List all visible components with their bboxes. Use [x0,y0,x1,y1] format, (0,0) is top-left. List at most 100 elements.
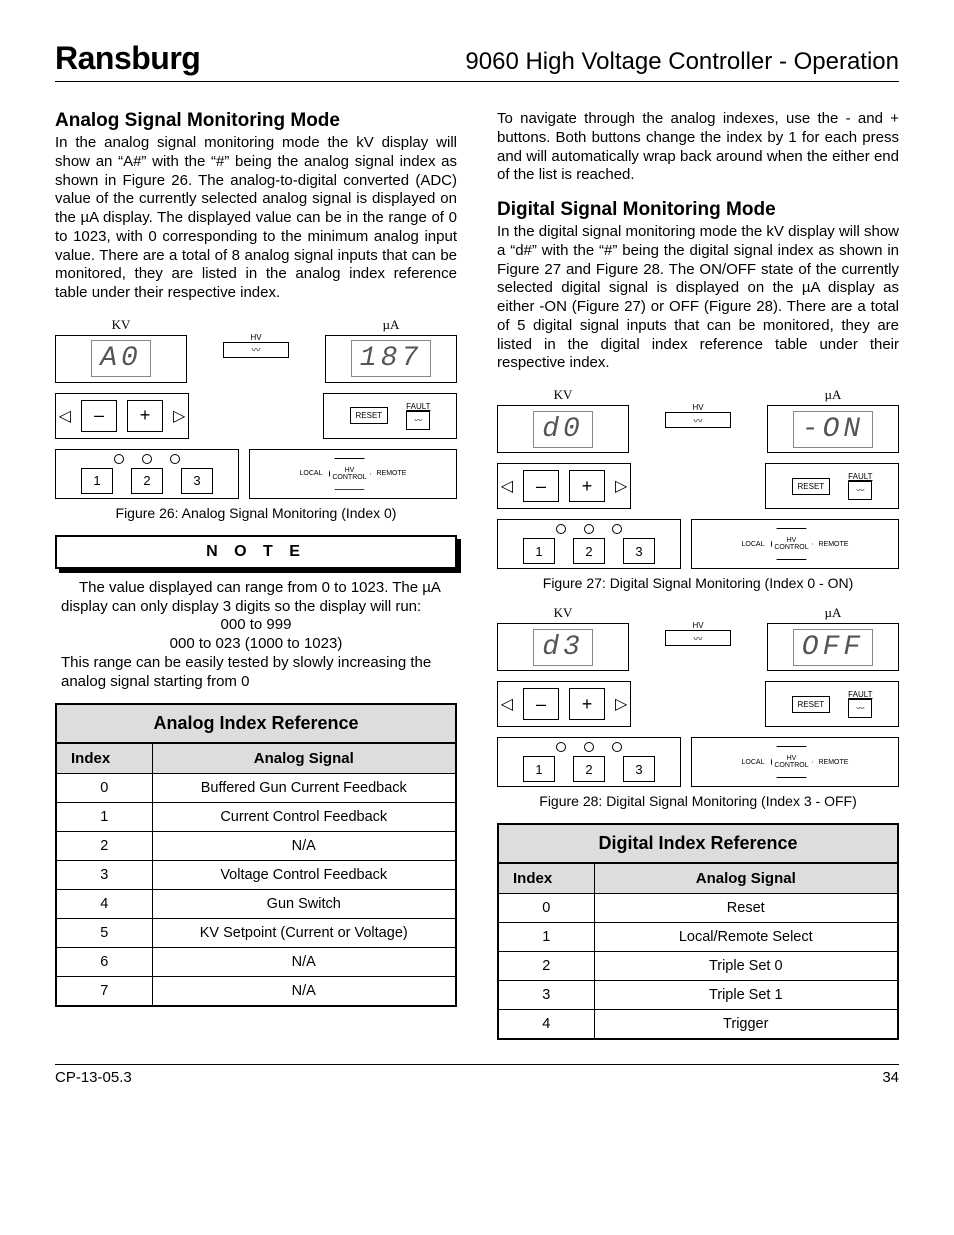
preset-3-button[interactable]: 3 [623,756,655,782]
plus-button[interactable]: + [569,470,605,502]
plus-button[interactable]: + [127,400,163,432]
cell-signal: N/A [152,948,456,977]
cell-index: 2 [56,832,152,861]
local-label: LOCAL [742,541,765,548]
cell-signal: Triple Set 1 [594,981,898,1010]
ua-label: µA [767,387,899,403]
digital-mode-heading: Digital Signal Monitoring Mode [497,199,899,221]
kv-display: d3 [533,629,593,666]
hv-indicator-icon: 〰 [665,412,731,428]
fault-label: FAULT [848,472,872,481]
ua-display: OFF [793,629,873,666]
note-box-title: N O T E [55,535,457,569]
figure-26-panel: KV A0 HV 〰 µA 187 ◁ – [55,317,457,499]
figure-28-caption: Figure 28: Digital Signal Monitoring (In… [497,793,899,809]
table-row: 4Trigger [498,1010,898,1040]
minus-button[interactable]: – [81,400,117,432]
preset-led-icon [556,524,566,534]
analog-col-index: Index [56,743,152,774]
hv-control-button[interactable]: HV CONTROL [771,746,813,778]
hv-control-button[interactable]: HV CONTROL [329,458,371,490]
cell-signal: Local/Remote Select [594,923,898,952]
navigation-paragraph: To navigate through the analog indexes, … [497,110,899,185]
figure-26-caption: Figure 26: Analog Signal Monitoring (Ind… [55,505,457,521]
cell-index: 1 [56,803,152,832]
kv-display: d0 [533,411,593,448]
brand-logo: Ransburg [55,40,200,77]
table-row: 3Voltage Control Feedback [56,861,456,890]
reset-button[interactable]: RESET [792,478,831,495]
analog-table-title: Analog Index Reference [55,703,457,742]
remote-label: REMOTE [377,470,407,477]
hv-indicator-icon: 〰 [223,342,289,358]
fault-label: FAULT [848,690,872,699]
preset-1-button[interactable]: 1 [523,538,555,564]
preset-3-button[interactable]: 3 [181,468,213,494]
cell-signal: Buffered Gun Current Feedback [152,774,456,803]
preset-led-icon [584,524,594,534]
page-header: Ransburg 9060 High Voltage Controller - … [55,40,899,82]
table-row: 4Gun Switch [56,890,456,919]
hv-indicator-label: HV [665,621,731,630]
table-row: 0Buffered Gun Current Feedback [56,774,456,803]
footer-doc-code: CP-13-05.3 [55,1069,132,1086]
preset-2-button[interactable]: 2 [573,538,605,564]
minus-button[interactable]: – [523,470,559,502]
table-row: 1Local/Remote Select [498,923,898,952]
footer-page-number: 34 [882,1069,899,1086]
preset-2-button[interactable]: 2 [131,468,163,494]
kv-label: KV [497,605,629,621]
table-row: 2Triple Set 0 [498,952,898,981]
local-label: LOCAL [300,470,323,477]
cell-index: 1 [498,923,594,952]
table-row: 2N/A [56,832,456,861]
analog-col-signal: Analog Signal [152,743,456,774]
preset-led-icon [612,524,622,534]
right-arrow-icon: ▷ [615,694,627,714]
cell-index: 4 [56,890,152,919]
cell-signal: N/A [152,832,456,861]
reset-button[interactable]: RESET [350,407,389,424]
remote-label: REMOTE [819,541,849,548]
minus-button[interactable]: – [523,688,559,720]
preset-1-button[interactable]: 1 [81,468,113,494]
preset-led-icon [612,742,622,752]
ua-label: µA [325,317,457,333]
left-column: Analog Signal Monitoring Mode In the ana… [55,110,457,1040]
cell-index: 2 [498,952,594,981]
cell-signal: Gun Switch [152,890,456,919]
preset-led-icon [584,742,594,752]
cell-index: 5 [56,919,152,948]
cell-signal: Triple Set 0 [594,952,898,981]
figure-27-caption: Figure 27: Digital Signal Monitoring (In… [497,575,899,591]
figure-28-panel: KV d3 HV 〰 µA OFF ◁ – [497,605,899,787]
arrow-controls: ◁ – + ▷ [55,393,189,439]
plus-button[interactable]: + [569,688,605,720]
note-text-2: This range can be easily tested by slowl… [61,654,451,692]
digital-mode-paragraph: In the digital signal monitoring mode th… [497,223,899,373]
right-column: To navigate through the analog indexes, … [497,110,899,1040]
analog-mode-heading: Analog Signal Monitoring Mode [55,110,457,132]
table-row: 6N/A [56,948,456,977]
kv-display: A0 [91,340,151,377]
analog-index-table: Analog Index Reference Index Analog Sign… [55,703,457,1007]
note-body: The value displayed can range from 0 to … [61,579,451,692]
table-row: 1Current Control Feedback [56,803,456,832]
cell-signal: Current Control Feedback [152,803,456,832]
hv-control-button[interactable]: HV CONTROL [771,528,813,560]
cell-index: 3 [56,861,152,890]
cell-index: 6 [56,948,152,977]
cell-index: 4 [498,1010,594,1040]
analog-mode-paragraph: In the analog signal monitoring mode the… [55,134,457,303]
preset-3-button[interactable]: 3 [623,538,655,564]
right-arrow-icon: ▷ [615,476,627,496]
preset-2-button[interactable]: 2 [573,756,605,782]
reset-button[interactable]: RESET [792,696,831,713]
preset-1-button[interactable]: 1 [523,756,555,782]
cell-index: 0 [56,774,152,803]
cell-index: 3 [498,981,594,1010]
table-row: 5KV Setpoint (Current or Voltage) [56,919,456,948]
left-arrow-icon: ◁ [501,476,513,496]
table-row: 3Triple Set 1 [498,981,898,1010]
digital-col-signal: Analog Signal [594,863,898,894]
